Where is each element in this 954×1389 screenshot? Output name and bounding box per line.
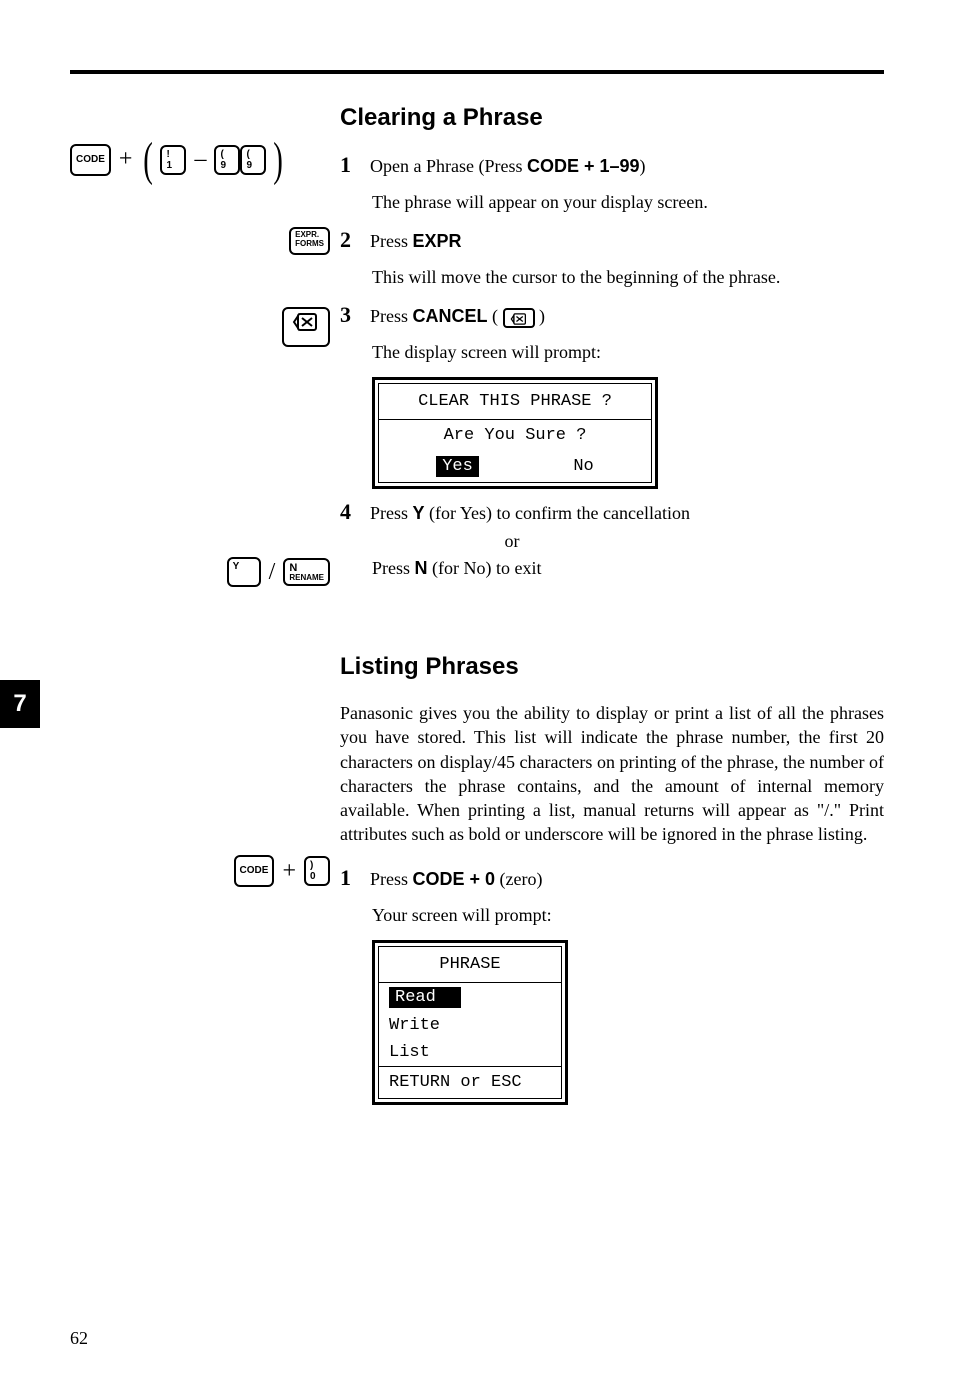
key-0: )0 xyxy=(304,856,330,886)
slash-icon: / xyxy=(265,559,280,585)
listing-paragraph: Panasonic gives you the ability to displ… xyxy=(340,701,884,847)
menu-option-write: Write xyxy=(379,1012,561,1039)
key-9b: (9 xyxy=(240,145,266,175)
prompt-sub: Are You Sure ? xyxy=(379,420,651,451)
cancel-x-icon xyxy=(292,311,320,333)
keyseq-y-n: Y / NRENAME xyxy=(70,557,340,587)
step-4-line2: Press N (for No) to exit xyxy=(372,558,884,579)
key-1: !1 xyxy=(160,145,186,175)
prompt-title: CLEAR THIS PHRASE ? xyxy=(379,384,651,420)
step-2-sub: This will move the cursor to the beginni… xyxy=(372,267,884,288)
paren-open-icon: ( xyxy=(144,132,154,187)
keyseq-code-1-99: CODE + ( !1 – (9(9 ) xyxy=(70,132,340,187)
listing-step-1: 1 Press CODE + 0 (zero) Your screen will… xyxy=(340,865,884,1105)
key-expr: EXPR.FORMS xyxy=(289,227,330,255)
keyseq-cancel xyxy=(70,307,340,347)
prompt-clear-phrase: CLEAR THIS PHRASE ? Are You Sure ? Yes N… xyxy=(372,377,658,489)
paren-close-icon: ) xyxy=(274,132,284,187)
inline-cancel-icon xyxy=(503,308,535,328)
prompt-phrase-menu: PHRASE Read Write List RETURN or ESC xyxy=(372,940,568,1105)
keyseq-code-0: CODE + )0 xyxy=(70,855,340,887)
step-3: 3 Press CANCEL ( ) The display screen wi… xyxy=(340,302,884,489)
step-1-sub: The phrase will appear on your display s… xyxy=(372,192,884,213)
heading-clearing: Clearing a Phrase xyxy=(340,104,884,132)
page-number: 62 xyxy=(70,1328,88,1349)
key-y: Y xyxy=(227,557,261,587)
prompt-option-yes: Yes xyxy=(436,457,479,476)
key-cancel xyxy=(282,307,330,347)
chapter-tab: 7 xyxy=(0,680,40,728)
listing-step-1-sub: Your screen will prompt: xyxy=(372,905,884,926)
menu-option-list: List xyxy=(379,1039,561,1066)
key-n: NRENAME xyxy=(283,558,330,587)
step-1: 1 Open a Phrase (Press CODE + 1–99) The … xyxy=(340,152,884,213)
plus-icon-2: + xyxy=(278,858,300,884)
menu-footer: RETURN or ESC xyxy=(379,1066,561,1098)
heading-listing: Listing Phrases xyxy=(340,653,884,681)
menu-title: PHRASE xyxy=(379,947,561,983)
key-code-2: CODE xyxy=(234,855,275,887)
key-code: CODE xyxy=(70,144,111,176)
keyseq-expr: EXPR.FORMS xyxy=(70,227,340,255)
step-2: 2 Press EXPR This will move the cursor t… xyxy=(340,227,884,288)
prompt-option-no: No xyxy=(573,457,593,476)
or-text: or xyxy=(372,531,652,552)
plus-icon: + xyxy=(115,146,137,172)
menu-option-read: Read xyxy=(379,983,561,1012)
step-4: 4 Press Y (for Yes) to confirm the cance… xyxy=(340,499,884,579)
step-3-sub: The display screen will prompt: xyxy=(372,342,884,363)
minus-icon: – xyxy=(190,146,210,172)
key-9a: (9 xyxy=(214,145,240,175)
